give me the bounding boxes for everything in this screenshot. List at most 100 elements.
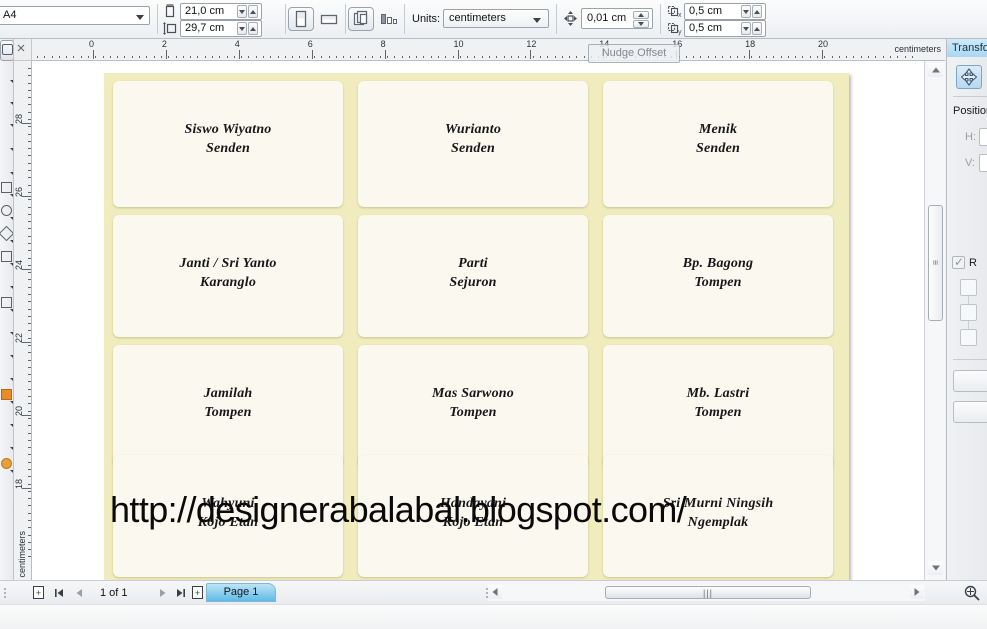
- page-width-input[interactable]: 21,0 cm: [180, 3, 262, 20]
- page-width-spinner[interactable]: [237, 5, 259, 18]
- docker-divider: [953, 96, 987, 97]
- nudge-offset-input[interactable]: 0,01 cm: [581, 8, 653, 29]
- ruler-minor-tick: [562, 56, 563, 58]
- ruler-minor-tick: [875, 56, 876, 58]
- duplicate-x-spinner[interactable]: [741, 5, 763, 18]
- tool-shape[interactable]: [0, 65, 13, 86]
- v-position-input[interactable]: [979, 154, 987, 172]
- next-page-button[interactable]: [155, 586, 170, 600]
- duplicate-x-decrement[interactable]: [741, 5, 751, 18]
- ruler-minor-tick: [722, 56, 723, 58]
- nudge-decrement[interactable]: [633, 20, 649, 28]
- current-page-button[interactable]: [376, 7, 402, 31]
- tool-crop[interactable]: [0, 87, 13, 108]
- page-width-increment[interactable]: [248, 5, 258, 18]
- duplicate-y-increment[interactable]: [752, 22, 762, 35]
- tool-color-eyedropper[interactable]: [0, 386, 13, 407]
- all-pages-button[interactable]: [348, 7, 374, 31]
- zoom-magnifier-icon[interactable]: [963, 584, 981, 602]
- previous-page-button[interactable]: [72, 586, 87, 600]
- tool-ellipse[interactable]: [0, 202, 13, 223]
- tool-freehand[interactable]: [0, 133, 13, 154]
- h-position-input[interactable]: [979, 128, 987, 146]
- toolbar-separator: [157, 4, 158, 34]
- paper-type-combo[interactable]: A4: [0, 6, 150, 25]
- apply-button[interactable]: [953, 401, 987, 423]
- move-transform-button[interactable]: [956, 65, 982, 89]
- duplicate-y-spinner[interactable]: [741, 22, 763, 35]
- ruler-minor-tick: [431, 56, 432, 58]
- ruler-minor-tick: [795, 56, 796, 58]
- last-page-button[interactable]: [173, 586, 188, 600]
- tool-pick[interactable]: [0, 40, 13, 61]
- add-page-before-button[interactable]: +: [33, 586, 44, 599]
- tool-polygon[interactable]: [0, 225, 13, 246]
- tool-text[interactable]: [0, 271, 13, 292]
- page-height-input[interactable]: 29,7 cm: [180, 20, 262, 37]
- scroll-right-button[interactable]: [910, 585, 924, 599]
- nudge-offset-spinner[interactable]: [633, 11, 649, 28]
- tool-rectangle[interactable]: [0, 179, 13, 200]
- anchor-box-row-1[interactable]: [960, 279, 977, 296]
- page-height-spinner[interactable]: [237, 22, 259, 35]
- vertical-scrollbar[interactable]: ≡: [924, 61, 945, 580]
- name-card[interactable]: Bp. Bagong Tompen: [603, 215, 833, 337]
- page-width-decrement[interactable]: [237, 5, 247, 18]
- vertical-scroll-thumb[interactable]: ≡: [928, 205, 943, 321]
- duplicate-x-increment[interactable]: [752, 5, 762, 18]
- name-card[interactable]: Janti / Sri Yanto Karanglo: [113, 215, 343, 337]
- ruler-minor-tick: [278, 56, 279, 58]
- page-tab-page-1[interactable]: Page 1: [206, 583, 276, 602]
- ruler-minor-tick: [28, 104, 31, 105]
- card-name: Mb. Lastri: [686, 386, 750, 401]
- tool-blend[interactable]: [0, 363, 13, 384]
- ruler-minor-tick: [28, 498, 31, 499]
- duplicate-distance-y-input[interactable]: 0,5 cm: [684, 20, 766, 37]
- anchor-box-row-2[interactable]: [960, 304, 977, 321]
- tool-interactive-fill[interactable]: [0, 455, 13, 476]
- name-card[interactable]: Wurianto Senden: [358, 81, 588, 207]
- relative-position-checkbox[interactable]: ✓: [952, 255, 965, 269]
- scroll-up-button[interactable]: [928, 63, 943, 77]
- tool-table[interactable]: [0, 294, 13, 315]
- tool-smart-fill[interactable]: [0, 157, 13, 178]
- drawing-canvas[interactable]: Siswo Wiyatno Senden Wurianto Senden Menik Se…: [32, 61, 924, 580]
- name-card[interactable]: Mas Sarwono Tompen: [358, 345, 588, 467]
- units-combo[interactable]: centimeters: [443, 9, 549, 28]
- name-card[interactable]: Menik Senden: [603, 81, 833, 207]
- name-card[interactable]: Parti Sejuron: [358, 215, 588, 337]
- portrait-orientation-button[interactable]: [288, 7, 314, 31]
- name-card[interactable]: Jamilah Tompen: [113, 345, 343, 467]
- tool-outline[interactable]: [0, 409, 13, 430]
- ruler-minor-tick: [28, 360, 31, 361]
- scroll-left-button[interactable]: [488, 585, 502, 599]
- vertical-ruler[interactable]: 28 26 24 22 20 18 centimeters: [14, 61, 32, 580]
- ruler-origin-button[interactable]: [14, 39, 32, 61]
- name-card[interactable]: Mb. Lastri Tompen: [603, 345, 833, 467]
- nudge-increment[interactable]: [633, 11, 649, 19]
- tool-fill[interactable]: [0, 432, 13, 453]
- horizontal-ruler[interactable]: 02468101214161820centimeters: [32, 39, 945, 61]
- horizontal-scrollbar[interactable]: |||: [488, 584, 925, 601]
- add-page-after-button[interactable]: +: [192, 586, 203, 599]
- ruler-minor-tick: [28, 155, 31, 156]
- docker-titlebar[interactable]: Transformation: [947, 39, 987, 57]
- landscape-orientation-button[interactable]: [316, 7, 342, 31]
- ruler-minor-tick: [314, 56, 315, 58]
- scroll-down-button[interactable]: [928, 561, 943, 575]
- page-height-decrement[interactable]: [237, 22, 247, 35]
- page-height-increment[interactable]: [248, 22, 258, 35]
- duplicate-distance-y-row: y 0,5 cm: [667, 20, 797, 37]
- tool-dimension[interactable]: [0, 317, 13, 338]
- tool-connector[interactable]: [0, 340, 13, 361]
- watermark-text: http://designerabalabal.blogspot.com/: [110, 489, 687, 530]
- first-page-button[interactable]: [52, 586, 67, 600]
- apply-to-duplicate-button[interactable]: [953, 370, 987, 392]
- duplicate-y-decrement[interactable]: [741, 22, 751, 35]
- horizontal-scroll-thumb[interactable]: |||: [605, 586, 811, 599]
- tool-basic-shapes[interactable]: [0, 248, 13, 269]
- duplicate-distance-x-input[interactable]: 0,5 cm: [684, 3, 766, 20]
- name-card[interactable]: Siswo Wiyatno Senden: [113, 81, 343, 207]
- tool-zoom[interactable]: [0, 109, 13, 130]
- anchor-box-row-3[interactable]: [960, 329, 977, 346]
